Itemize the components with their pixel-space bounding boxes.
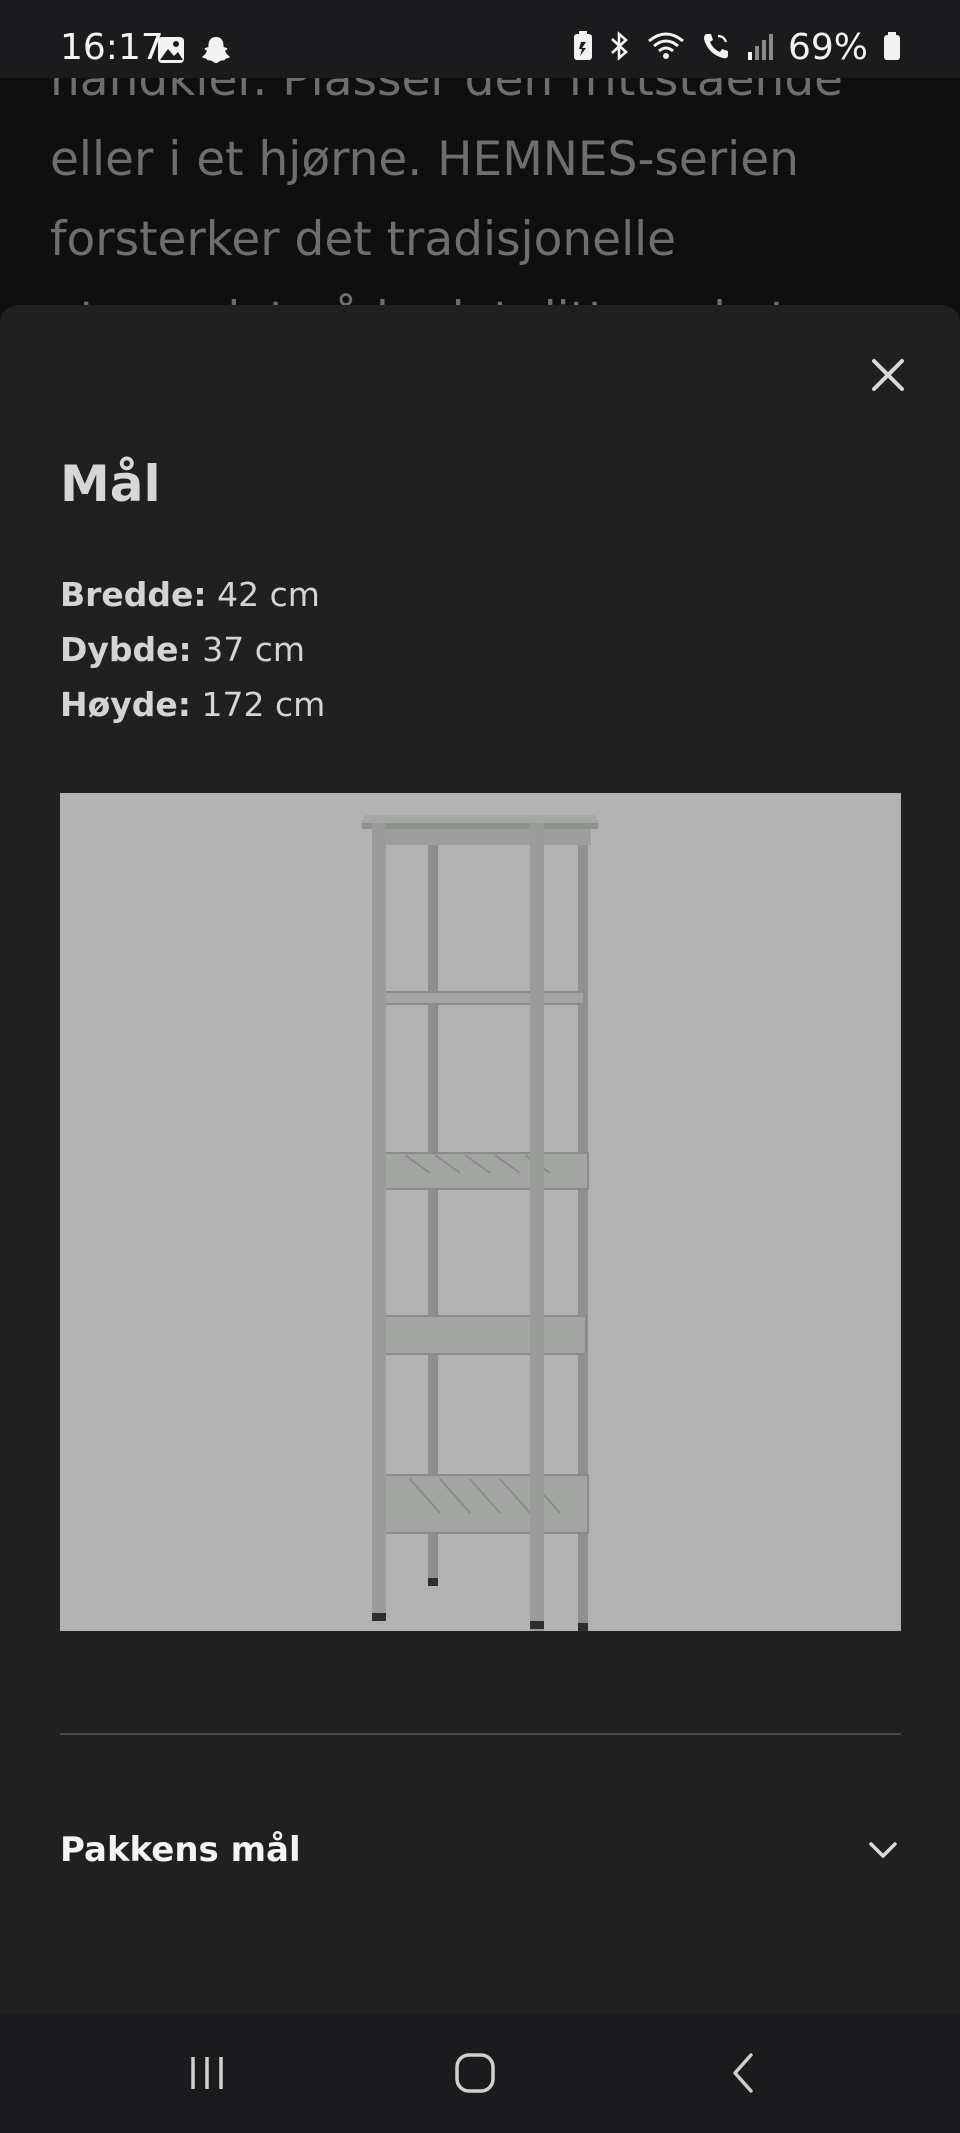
recent-apps-button[interactable] xyxy=(162,2038,252,2108)
battery-percent: 69% xyxy=(787,27,868,68)
home-icon xyxy=(455,2053,495,2093)
snapchat-icon xyxy=(200,34,232,70)
dimension-label: Bredde: xyxy=(60,575,207,614)
wifi-icon xyxy=(646,30,686,66)
product-image xyxy=(60,793,901,1638)
status-time: 16:17 xyxy=(60,27,164,68)
dimension-row-depth: Dybde: 37 cm xyxy=(60,622,325,677)
chevron-down-icon xyxy=(869,1842,897,1858)
divider xyxy=(60,1733,901,1735)
home-button[interactable] xyxy=(430,2038,520,2108)
dimension-row-width: Bredde: 42 cm xyxy=(60,567,325,622)
status-right-icons: 69% xyxy=(572,28,902,68)
wifi-call-icon xyxy=(700,30,732,66)
dimension-row-height: Høyde: 172 cm xyxy=(60,677,325,732)
dimension-value: 37 cm xyxy=(202,630,306,669)
recent-apps-icon xyxy=(191,2057,223,2089)
dimension-value: 172 cm xyxy=(201,685,326,724)
back-button[interactable] xyxy=(700,2038,790,2108)
navigation-bar xyxy=(0,2013,960,2133)
dimension-value: 42 cm xyxy=(217,575,320,614)
status-bar: 16:17 69% xyxy=(0,0,960,78)
background-line: eller i et hjørne. HEMNES-serien xyxy=(50,132,799,187)
close-icon xyxy=(872,359,904,391)
battery-icon xyxy=(882,30,902,66)
signal-icon xyxy=(746,30,774,66)
accordion-label: Pakkens mål xyxy=(60,1830,301,1870)
package-dimensions-accordion[interactable]: Pakkens mål xyxy=(60,1815,901,1885)
back-icon xyxy=(733,2053,753,2093)
dimension-label: Høyde: xyxy=(60,685,192,724)
battery-saver-icon xyxy=(572,30,594,66)
dimension-list: Bredde: 42 cm Dybde: 37 cm Høyde: 172 cm xyxy=(60,567,325,732)
status-left-icons xyxy=(156,34,232,70)
gallery-icon xyxy=(156,35,186,69)
bluetooth-icon xyxy=(608,30,632,66)
dimension-label: Dybde: xyxy=(60,630,192,669)
shelf-unit-image xyxy=(362,815,598,1638)
page: håndkler. Plasser den frittstående eller… xyxy=(0,0,960,2133)
close-button[interactable] xyxy=(858,345,918,405)
dimensions-sheet: Mål Bredde: 42 cm Dybde: 37 cm Høyde: 17… xyxy=(0,305,960,2013)
sheet-title: Mål xyxy=(60,455,161,513)
background-line: forsterker det tradisjonelle xyxy=(50,212,677,267)
